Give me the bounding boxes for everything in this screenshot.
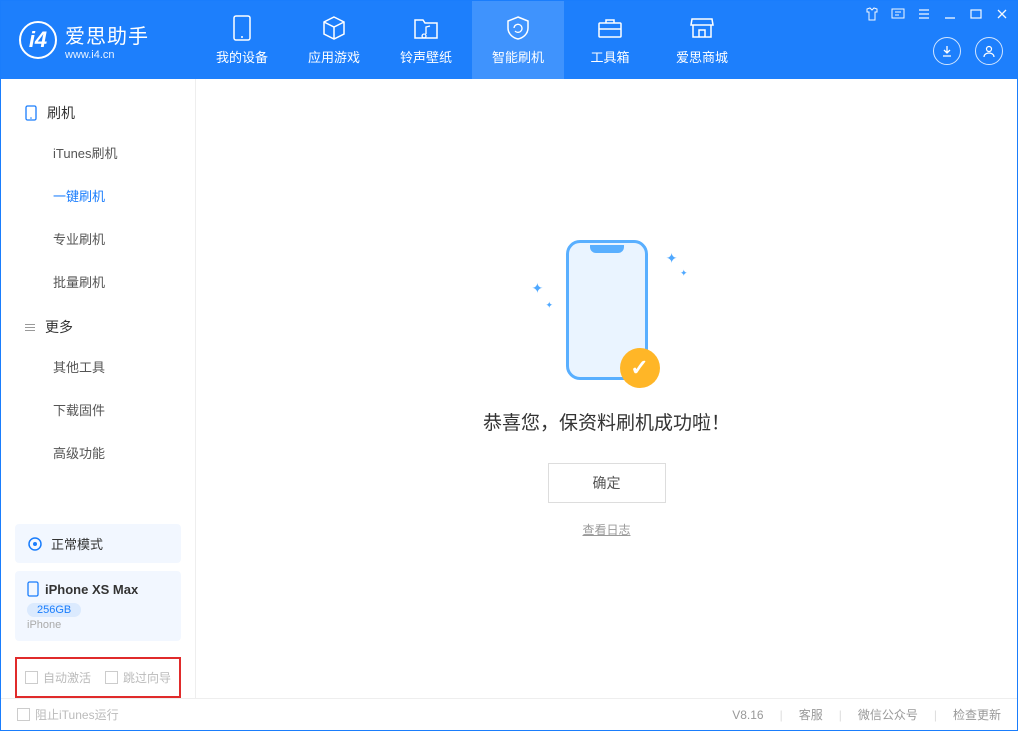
wechat-link[interactable]: 微信公众号 [858,706,918,723]
sidebar: 刷机 iTunes刷机 一键刷机 专业刷机 批量刷机 更多 其他工具 下载固件 … [1,79,196,698]
sparkle-icon: ✦ [546,300,554,311]
window-controls [865,7,1009,21]
section-title: 刷机 [47,103,75,123]
app-name-en: www.i4.cn [65,49,149,61]
download-button[interactable] [933,37,961,65]
nav-tab-flash[interactable]: 智能刷机 [472,1,564,79]
logo-icon: i4 [19,21,57,59]
main-area: 刷机 iTunes刷机 一键刷机 专业刷机 批量刷机 更多 其他工具 下载固件 … [1,79,1017,698]
device-icon [229,15,255,41]
toolbox-icon [597,15,623,41]
footer-bar: 阻止iTunes运行 V8.16 | 客服 | 微信公众号 | 检查更新 [1,698,1017,730]
checkbox-icon [17,708,30,721]
sparkle-icon: ✦ [666,250,678,267]
close-button[interactable] [995,7,1009,21]
checkbox-icon [25,671,38,684]
menu-icon[interactable] [917,7,931,21]
support-link[interactable]: 客服 [799,706,823,723]
device-name: iPhone XS Max [45,582,138,597]
sidebar-item-batch[interactable]: 批量刷机 [1,260,195,303]
nav-tabs: 我的设备 应用游戏 铃声壁纸 智能刷机 工具箱 爱思商城 [196,1,748,79]
update-link[interactable]: 检查更新 [953,706,1001,723]
music-folder-icon [413,15,439,41]
checkbox-skip-guide[interactable]: 跳过向导 [105,669,171,686]
device-type: iPhone [27,619,169,631]
header-actions [933,37,1003,65]
nav-label: 我的设备 [216,47,268,66]
checkbox-label: 阻止iTunes运行 [35,706,119,723]
sidebar-item-advanced[interactable]: 高级功能 [1,431,195,474]
phone-icon [25,105,37,121]
check-badge-icon: ✓ [620,348,660,388]
ok-button[interactable]: 确定 [548,463,666,503]
checkbox-label: 跳过向导 [123,669,171,686]
checkbox-icon [105,671,118,684]
logo-text: 爱思助手 www.i4.cn [65,20,149,61]
version-label: V8.16 [732,708,763,722]
maximize-button[interactable] [969,7,983,21]
nav-label: 铃声壁纸 [400,47,452,66]
nav-label: 爱思商城 [676,47,728,66]
device-icon [27,581,39,597]
app-name-cn: 爱思助手 [65,20,149,49]
cube-icon [321,15,347,41]
shield-refresh-icon [505,15,531,41]
content-area: ✦ ✦ ✦ ✦ ✓ 恭喜您，保资料刷机成功啦！ 确定 查看日志 [196,79,1017,698]
logo-area: i4 爱思助手 www.i4.cn [1,20,196,61]
title-bar: i4 爱思助手 www.i4.cn 我的设备 应用游戏 铃声壁纸 智能刷机 工具… [1,1,1017,79]
storage-badge: 256GB [27,603,81,617]
checkbox-label: 自动激活 [43,669,91,686]
nav-tab-ringtones[interactable]: 铃声壁纸 [380,1,472,79]
nav-tab-device[interactable]: 我的设备 [196,1,288,79]
minimize-button[interactable] [943,7,957,21]
divider: | [934,708,937,722]
nav-tab-apps[interactable]: 应用游戏 [288,1,380,79]
nav-tab-toolbox[interactable]: 工具箱 [564,1,656,79]
divider: | [780,708,783,722]
nav-label: 工具箱 [590,47,629,66]
list-icon [25,324,35,331]
shirt-icon[interactable] [865,7,879,21]
nav-label: 智能刷机 [492,47,544,66]
mode-status[interactable]: 正常模式 [15,524,181,563]
view-log-link[interactable]: 查看日志 [582,521,630,538]
sparkle-icon: ✦ [532,280,544,297]
sidebar-section-flash: 刷机 [1,89,195,131]
sidebar-item-pro[interactable]: 专业刷机 [1,217,195,260]
sidebar-item-tools[interactable]: 其他工具 [1,345,195,388]
mode-icon [27,536,43,552]
mode-label: 正常模式 [51,534,103,553]
nav-label: 应用游戏 [308,47,360,66]
sparkle-icon: ✦ [680,268,688,279]
sidebar-item-firmware[interactable]: 下载固件 [1,388,195,431]
device-info[interactable]: iPhone XS Max 256GB iPhone [15,571,181,641]
feedback-icon[interactable] [891,7,905,21]
success-illustration: ✦ ✦ ✦ ✦ ✓ [566,240,648,380]
nav-tab-store[interactable]: 爱思商城 [656,1,748,79]
user-button[interactable] [975,37,1003,65]
divider: | [839,708,842,722]
checkbox-auto-activate[interactable]: 自动激活 [25,669,91,686]
checkbox-block-itunes[interactable]: 阻止iTunes运行 [17,706,119,723]
store-icon [689,15,715,41]
section-title: 更多 [45,317,73,337]
options-highlight: 自动激活 跳过向导 [15,657,181,698]
sidebar-item-oneclick[interactable]: 一键刷机 [1,174,195,217]
sidebar-section-more: 更多 [1,303,195,345]
success-message: 恭喜您，保资料刷机成功啦！ [483,408,730,435]
sidebar-item-itunes[interactable]: iTunes刷机 [1,131,195,174]
